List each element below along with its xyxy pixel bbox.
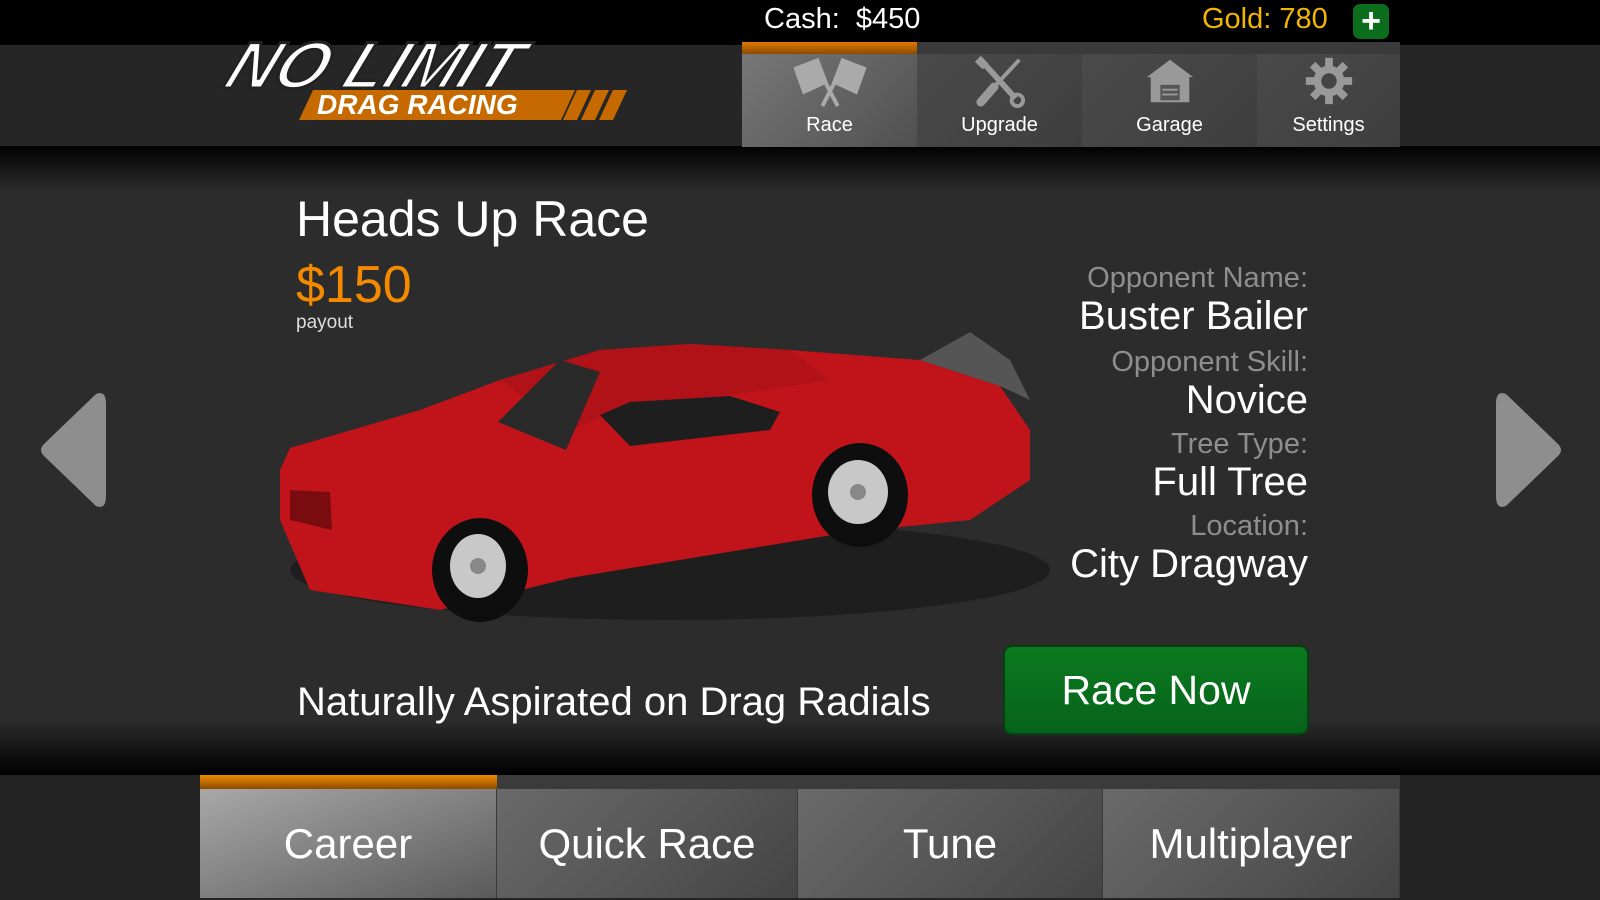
tab-career[interactable]: Career — [200, 789, 497, 898]
nav-label: Garage — [1136, 114, 1203, 136]
car-image — [280, 332, 1050, 622]
header-shadow — [0, 146, 1600, 191]
gold-display: Gold: 780 — [1202, 3, 1328, 36]
cash-display: Cash: $450 — [764, 3, 920, 36]
wrench-screwdriver-icon — [974, 55, 1025, 108]
detail-value: City Dragway — [1070, 542, 1308, 586]
gear-icon — [1305, 57, 1352, 105]
detail-value: Full Tree — [1152, 460, 1308, 504]
nav-label: Race — [806, 114, 853, 136]
logo-subtitle: DRAG RACING — [317, 89, 518, 120]
detail-label: Opponent Name: — [1087, 262, 1308, 294]
main-nav: Race Upgrade Garage Settings — [742, 54, 1400, 147]
game-logo: NO LIMIT DRAG RACING — [214, 30, 627, 120]
detail-opponent-name: Opponent Name: Buster Bailer — [1070, 262, 1308, 338]
tab-tune[interactable]: Tune — [798, 789, 1103, 898]
add-gold-button[interactable]: + — [1353, 4, 1389, 39]
race-now-label: Race Now — [1061, 666, 1251, 713]
nav-item-race[interactable]: Race — [742, 54, 917, 147]
detail-tree-type: Tree Type: Full Tree — [1070, 428, 1308, 504]
rear-wheel — [812, 443, 908, 547]
tab-label: Multiplayer — [1149, 819, 1353, 867]
tab-quick-race[interactable]: Quick Race — [497, 789, 798, 898]
checkered-flags-icon — [792, 57, 867, 107]
detail-label: Location: — [1190, 510, 1308, 542]
plus-icon: + — [1361, 2, 1381, 40]
nav-item-settings[interactable]: Settings — [1257, 54, 1400, 147]
cash-label: Cash: — [764, 3, 840, 35]
detail-label: Opponent Skill: — [1111, 346, 1308, 378]
nav-label: Settings — [1292, 114, 1365, 136]
race-title: Heads Up Race — [296, 191, 649, 247]
race-details: Opponent Name: Buster Bailer Opponent Sk… — [1070, 262, 1308, 592]
cash-value: $450 — [855, 3, 921, 35]
arrow-left-icon[interactable] — [36, 390, 110, 510]
detail-opponent-skill: Opponent Skill: Novice — [1070, 346, 1308, 422]
race-class-description: Naturally Aspirated on Drag Radials — [297, 680, 931, 724]
gold-value: 780 — [1279, 3, 1328, 35]
detail-value: Novice — [1185, 378, 1308, 422]
tab-label: Career — [283, 819, 413, 867]
content-bottom-shadow — [0, 720, 1600, 775]
nav-item-upgrade[interactable]: Upgrade — [917, 54, 1082, 147]
race-now-button[interactable]: Race Now — [1003, 645, 1309, 735]
arrow-right-icon[interactable] — [1492, 390, 1566, 510]
nav-label: Upgrade — [961, 114, 1038, 136]
detail-location: Location: City Dragway — [1070, 510, 1308, 586]
tab-indicator — [200, 775, 497, 789]
detail-label: Tree Type: — [1170, 428, 1308, 460]
detail-value: Buster Bailer — [1079, 294, 1308, 338]
tab-label: Tune — [902, 819, 998, 867]
nav-item-garage[interactable]: Garage — [1082, 54, 1257, 147]
gold-label: Gold: — [1202, 3, 1272, 35]
payout-amount: $150 — [296, 256, 412, 314]
mode-tabs: Career Quick Race Tune Multiplayer — [200, 789, 1400, 898]
front-wheel — [432, 518, 528, 622]
garage-icon — [1146, 59, 1193, 103]
tab-label: Quick Race — [538, 819, 756, 867]
nav-indicator — [742, 42, 917, 54]
tab-multiplayer[interactable]: Multiplayer — [1103, 789, 1400, 898]
